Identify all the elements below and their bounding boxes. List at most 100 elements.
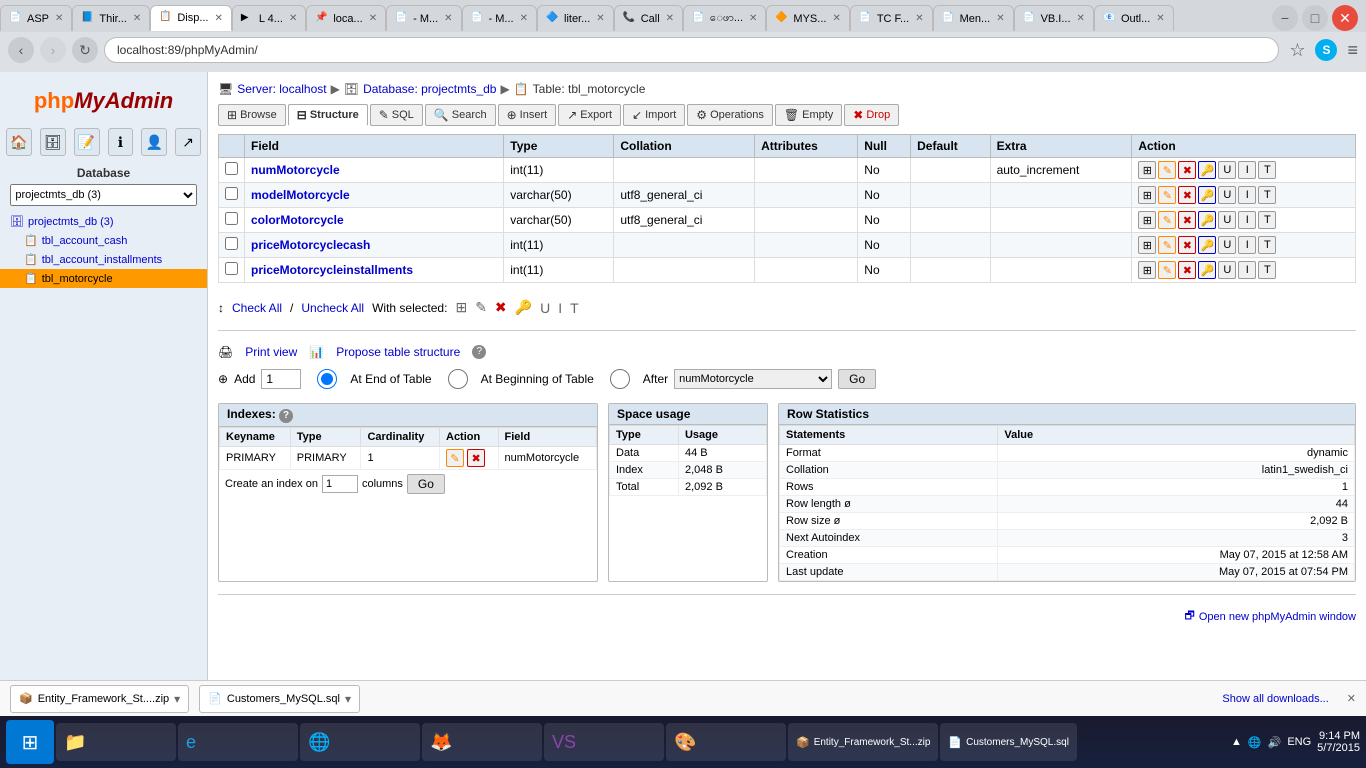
toolbar-export-btn[interactable]: ↗ Export — [558, 104, 621, 126]
tab-disp[interactable]: 📋 Disp... ✕ — [150, 5, 232, 31]
action-primary-2[interactable]: 🔑 — [1198, 211, 1216, 229]
action-browse-2[interactable]: ⊞ — [1138, 211, 1156, 229]
create-index-go-button[interactable]: Go — [407, 474, 445, 494]
action-drop-2[interactable]: ✖ — [1178, 211, 1196, 229]
action-index-0[interactable]: I — [1238, 161, 1256, 179]
after-radio[interactable] — [600, 369, 640, 389]
action-index-1[interactable]: I — [1238, 186, 1256, 204]
db-icon[interactable]: 🗄 — [40, 128, 66, 156]
action-fulltext-4[interactable]: T — [1258, 261, 1276, 279]
with-selected-index-icon[interactable]: I — [558, 300, 562, 316]
action-fulltext-3[interactable]: T — [1258, 236, 1276, 254]
back-button[interactable]: ‹ — [8, 37, 34, 63]
status-icon[interactable]: ℹ — [108, 128, 134, 156]
tab-close-efo[interactable]: ✕ — [749, 13, 757, 24]
sidebar-tree-db[interactable]: 🗄 projectmts_db (3) — [0, 212, 207, 231]
taskbar-paint[interactable]: 🎨 — [666, 723, 786, 761]
action-edit-1[interactable]: ✎ — [1158, 186, 1176, 204]
tab-vbi[interactable]: 📄 VB.I... ✕ — [1014, 5, 1094, 31]
user-icon[interactable]: 👤 — [141, 128, 167, 156]
indexes-help-icon[interactable]: ? — [279, 409, 293, 423]
taskbar-btn-2[interactable]: 📄 Customers_MySQL.sql — [940, 723, 1077, 761]
action-fulltext-0[interactable]: T — [1258, 161, 1276, 179]
action-drop-4[interactable]: ✖ — [1178, 261, 1196, 279]
taskbar-chrome[interactable]: 🌐 — [300, 723, 420, 761]
taskbar-vs[interactable]: VS — [544, 723, 664, 761]
taskbar-btn-1[interactable]: 📦 Entity_Framework_St...zip — [788, 723, 938, 761]
tab-liter[interactable]: 🔷 liter... ✕ — [537, 5, 614, 31]
action-index-3[interactable]: I — [1238, 236, 1256, 254]
toolbar-empty-btn[interactable]: 🗑 Empty — [775, 104, 842, 126]
tab-m2[interactable]: 📄 - M... ✕ — [462, 5, 537, 31]
tab-asp[interactable]: 📄 ASP ✕ — [0, 5, 72, 31]
action-unique-2[interactable]: U — [1218, 211, 1236, 229]
action-primary-0[interactable]: 🔑 — [1198, 161, 1216, 179]
tab-m1[interactable]: 📄 - M... ✕ — [386, 5, 461, 31]
add-field-go-button[interactable]: Go — [838, 369, 876, 389]
breadcrumb-server[interactable]: Server: localhost — [237, 82, 326, 96]
tab-mys[interactable]: 🔶 MYS... ✕ — [766, 5, 849, 31]
browser-menu-icon[interactable]: ≡ — [1347, 40, 1358, 61]
action-browse-3[interactable]: ⊞ — [1138, 236, 1156, 254]
sidebar-item-tbl-account-installments[interactable]: 📋 tbl_account_installments — [0, 250, 207, 269]
with-selected-browse-icon[interactable]: ⊞ — [455, 299, 467, 316]
check-all-link[interactable]: Check All — [232, 301, 282, 315]
action-edit-3[interactable]: ✎ — [1158, 236, 1176, 254]
sidebar-db-select[interactable]: projectmts_db (3) — [10, 184, 196, 206]
at-end-radio[interactable] — [307, 369, 347, 389]
toolbar-browse-btn[interactable]: ⊞ Browse — [218, 104, 286, 126]
action-edit-2[interactable]: ✎ — [1158, 211, 1176, 229]
action-edit-0[interactable]: ✎ — [1158, 161, 1176, 179]
close-button[interactable]: ✕ — [1332, 5, 1358, 31]
action-index-2[interactable]: I — [1238, 211, 1256, 229]
taskbar-firefox[interactable]: 🦊 — [422, 723, 542, 761]
tab-close-m2[interactable]: ✕ — [520, 13, 528, 24]
minimize-button[interactable]: − — [1272, 5, 1298, 31]
tab-l4[interactable]: ▶ L 4... ✕ — [232, 5, 306, 31]
idx-edit-icon[interactable]: ✎ — [446, 449, 464, 467]
toolbar-operations-btn[interactable]: ⚙ Operations — [687, 104, 773, 126]
forward-button[interactable]: › — [40, 37, 66, 63]
with-selected-primary-icon[interactable]: 🔑 — [515, 299, 532, 316]
action-primary-1[interactable]: 🔑 — [1198, 186, 1216, 204]
tab-close-liter[interactable]: ✕ — [596, 13, 604, 24]
uncheck-all-link[interactable]: Uncheck All — [301, 301, 364, 315]
action-index-4[interactable]: I — [1238, 261, 1256, 279]
action-unique-3[interactable]: U — [1218, 236, 1236, 254]
toolbar-insert-btn[interactable]: ⊕ Insert — [498, 104, 557, 126]
bookmark-icon[interactable]: ☆ — [1289, 40, 1305, 61]
tab-close-tcf[interactable]: ✕ — [915, 13, 923, 24]
tab-loca[interactable]: 📌 loca... ✕ — [306, 5, 386, 31]
after-field-select[interactable]: numMotorcycle modelMotorcycle colorMotor… — [674, 369, 832, 389]
tab-outl[interactable]: 📧 Outl... ✕ — [1094, 5, 1174, 31]
download-bar-close[interactable]: ✕ — [1347, 692, 1356, 705]
taskbar-ie[interactable]: e — [178, 723, 298, 761]
tab-close-l4[interactable]: ✕ — [289, 13, 297, 24]
add-field-count-input[interactable] — [261, 369, 301, 389]
propose-structure-link[interactable]: Propose table structure — [336, 345, 460, 359]
tab-close-m1[interactable]: ✕ — [444, 13, 452, 24]
sql-icon[interactable]: 📝 — [74, 128, 100, 156]
tab-tcf[interactable]: 📄 TC F... ✕ — [850, 5, 933, 31]
action-drop-3[interactable]: ✖ — [1178, 236, 1196, 254]
action-browse-1[interactable]: ⊞ — [1138, 186, 1156, 204]
idx-delete-icon[interactable]: ✖ — [467, 449, 485, 467]
toolbar-drop-btn[interactable]: ✖ Drop — [844, 104, 899, 126]
tab-thir[interactable]: 📘 Thir... ✕ — [72, 5, 150, 31]
action-fulltext-2[interactable]: T — [1258, 211, 1276, 229]
action-unique-4[interactable]: U — [1218, 261, 1236, 279]
tab-close-asp[interactable]: ✕ — [55, 13, 63, 24]
with-selected-edit-icon[interactable]: ✎ — [475, 299, 487, 316]
open-window-link[interactable]: 🗗 Open new phpMyAdmin window — [218, 607, 1356, 626]
action-unique-0[interactable]: U — [1218, 161, 1236, 179]
toolbar-import-btn[interactable]: ↙ Import — [623, 104, 685, 126]
create-index-input[interactable] — [322, 475, 358, 493]
taskbar-file-explorer[interactable]: 📁 — [56, 723, 176, 761]
export-icon[interactable]: ↗ — [175, 128, 201, 156]
action-drop-0[interactable]: ✖ — [1178, 161, 1196, 179]
toolbar-structure-btn[interactable]: ⊟ Structure — [288, 104, 368, 126]
action-primary-4[interactable]: 🔑 — [1198, 261, 1216, 279]
show-all-downloads-link[interactable]: Show all downloads... — [1222, 693, 1328, 705]
at-beginning-radio[interactable] — [438, 369, 478, 389]
url-input[interactable] — [104, 37, 1279, 63]
